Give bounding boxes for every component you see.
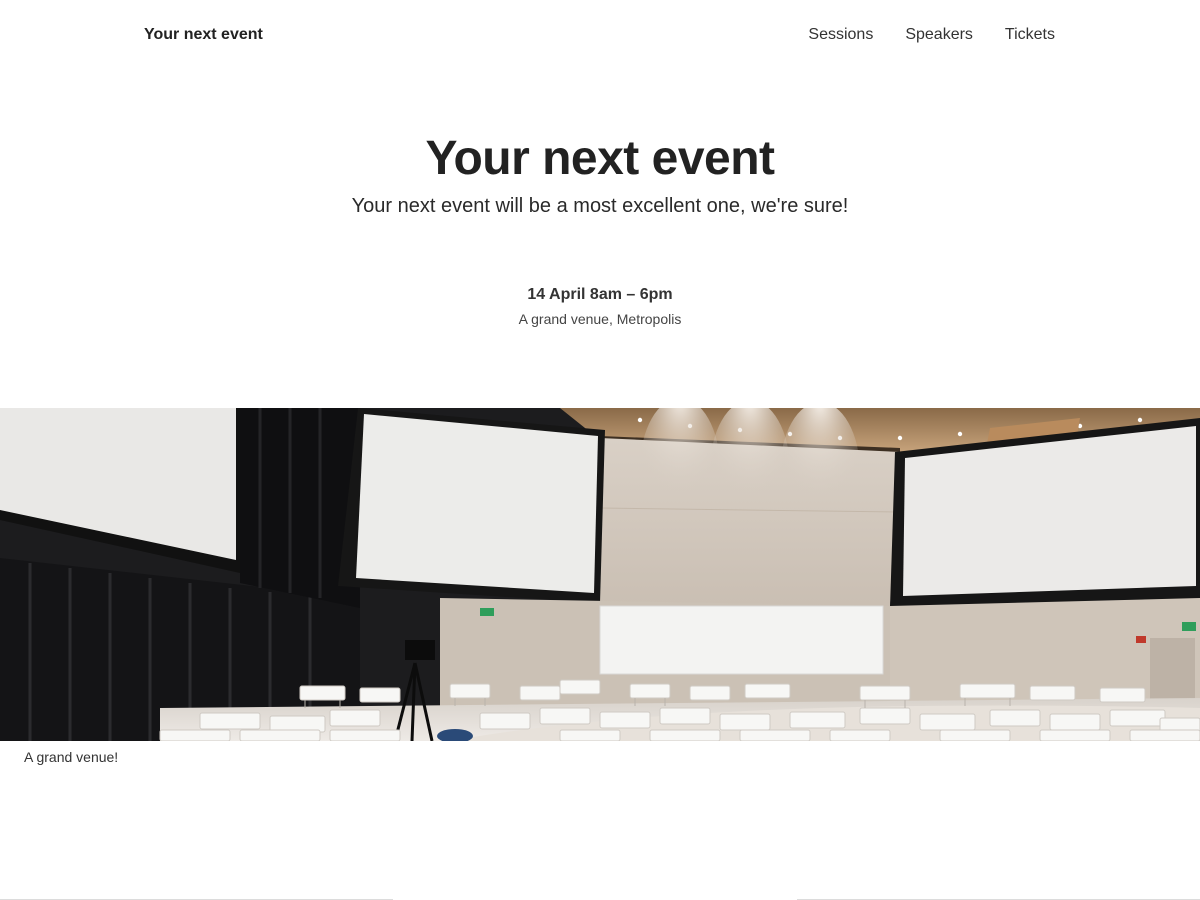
hero-subtitle: Your next event will be a most excellent… xyxy=(351,195,849,217)
hero-title: Your next event xyxy=(425,132,775,185)
event-date-time: 14 April 8am – 6pm xyxy=(527,286,673,303)
nav-link-tickets[interactable]: Tickets xyxy=(1005,25,1055,45)
page: Your next event Sessions Speakers Ticket… xyxy=(0,0,1200,900)
site-header: Your next event Sessions Speakers Ticket… xyxy=(0,0,1200,72)
venue-photo-illustration xyxy=(0,408,1200,741)
venue-image-caption: A grand venue! xyxy=(24,749,119,765)
main-nav: Sessions Speakers Tickets xyxy=(808,25,1055,45)
nav-link-speakers[interactable]: Speakers xyxy=(905,25,973,45)
nav-link-sessions[interactable]: Sessions xyxy=(808,25,873,45)
venue-image xyxy=(0,408,1200,741)
brand-link[interactable]: Your next event xyxy=(144,25,263,45)
event-location: A grand venue, Metropolis xyxy=(518,311,682,327)
